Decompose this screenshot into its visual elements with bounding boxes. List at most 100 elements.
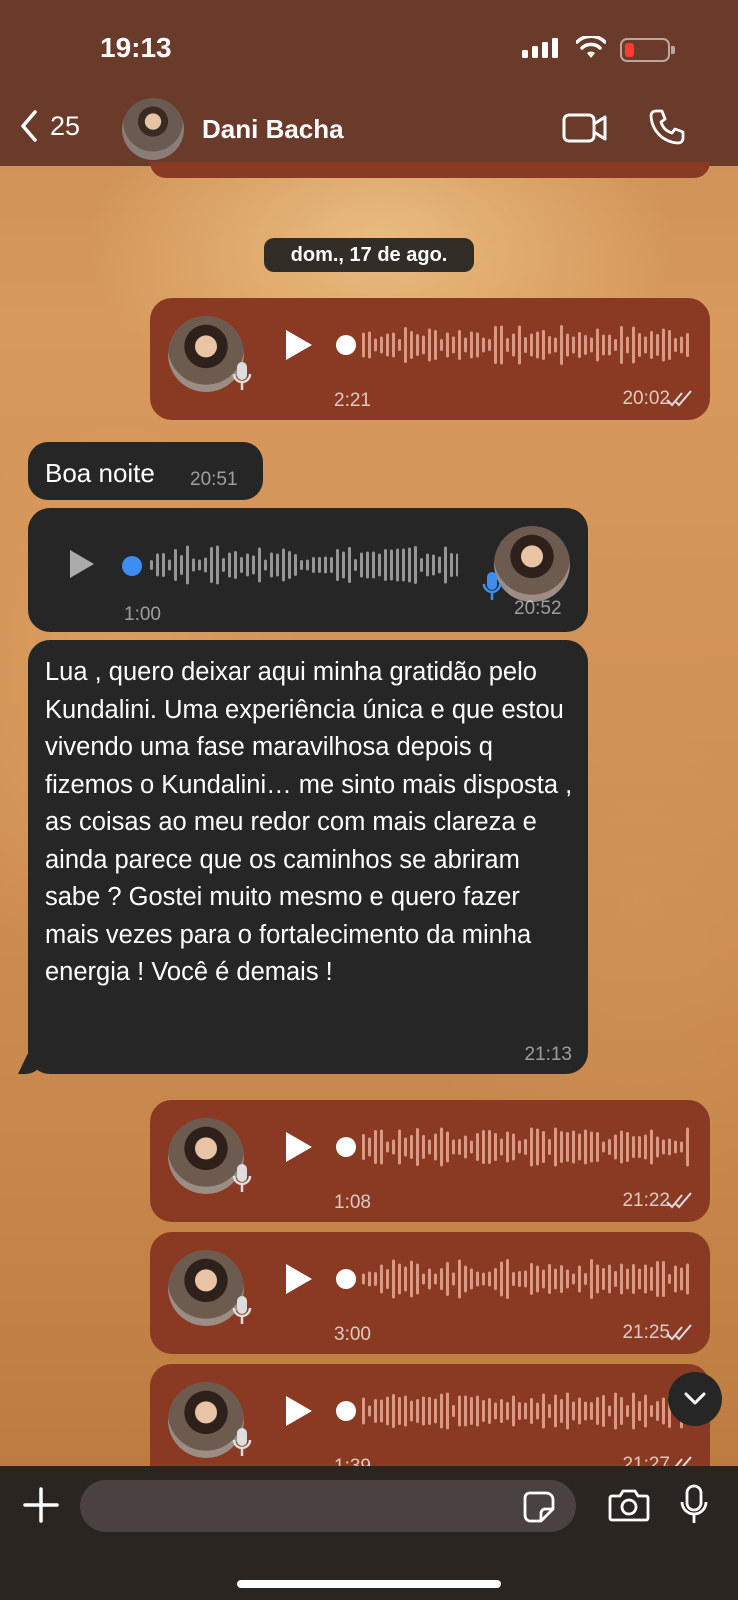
waveform-bar [458,1259,461,1299]
waveform [362,1127,689,1167]
waveform-bar [390,549,393,581]
waveform-bar [180,555,183,575]
waveform-bar [530,1263,533,1295]
waveform-bar [398,1129,401,1165]
waveform-bar [620,1397,623,1425]
waveform-bar [464,1265,467,1293]
waveform-bar [416,1128,419,1166]
waveform-bar [470,331,473,359]
waveform-bar [368,1405,371,1417]
waveform-bar [294,554,297,576]
waveform-bar [620,326,623,364]
contact-avatar[interactable] [122,98,184,160]
waveform-bar [608,1405,611,1417]
waveform-bar [372,551,375,579]
voice-call-button[interactable] [648,108,686,146]
waveform-bar [638,333,641,357]
microphone-icon [482,572,502,600]
waveform-bar [452,1405,455,1417]
waveform-bar [578,332,581,358]
message-time: 20:52 [514,598,562,619]
play-icon[interactable] [68,548,96,580]
waveform-bar [380,1264,383,1294]
voice-message-outgoing[interactable]: 1:08 21:22 [150,1100,710,1222]
waveform-bar [476,1271,479,1287]
message-time: 20:02 [622,388,670,409]
message-input[interactable] [80,1480,576,1532]
voice-duration: 2:21 [334,390,371,411]
contact-name[interactable]: Dani Bacha [202,114,344,145]
camera-icon[interactable] [608,1488,650,1522]
waveform-bar [584,335,587,355]
waveform-bar [458,330,461,360]
waveform-bar [444,546,447,584]
waveform-bar [536,1402,539,1420]
message-incoming[interactable]: Lua , quero deixar aqui minha gratidão p… [28,640,588,1074]
waveform-bar [264,559,267,571]
waveform-bar [590,337,593,353]
message-time: 21:13 [524,1044,572,1065]
microphone-icon[interactable] [680,1484,708,1526]
waveform-bar [506,1131,509,1163]
waveform-bar [252,555,255,575]
voice-message-outgoing[interactable]: 2:21 20:02 [150,298,710,420]
waveform-bar [374,1272,377,1286]
play-icon[interactable] [284,1262,314,1296]
waveform-bar [632,1392,635,1430]
playback-position[interactable] [336,1269,356,1289]
waveform-bar [162,553,165,577]
waveform-bar [626,336,629,354]
waveform-bar [366,551,369,579]
play-icon[interactable] [284,1130,314,1164]
waveform-bar [524,1270,527,1288]
video-call-button[interactable] [562,112,608,144]
waveform-bar [632,1136,635,1158]
waveform-bar [336,549,339,581]
waveform-bar [500,1138,503,1156]
waveform-bar [656,1136,659,1158]
waveform-bar [686,1127,689,1167]
waveform-bar [542,330,545,360]
playback-position[interactable] [122,556,142,576]
waveform-bar [240,557,243,573]
back-button[interactable]: 25 [20,110,80,142]
waveform-bar [656,1261,659,1297]
play-icon[interactable] [284,328,314,362]
plus-icon[interactable] [22,1486,60,1524]
playback-position[interactable] [336,335,356,355]
waveform-bar [368,1271,371,1287]
waveform-bar [524,337,527,353]
waveform-bar [614,1134,617,1160]
waveform-bar [234,551,237,579]
waveform-bar [680,1267,683,1291]
waveform-bar [408,547,411,583]
waveform-bar [464,1135,467,1159]
waveform [362,1392,689,1430]
battery-icon [620,38,675,62]
waveform-bar [638,1401,641,1421]
playback-position[interactable] [336,1137,356,1157]
waveform-bar [380,1399,383,1423]
message-time: 20:51 [190,469,238,490]
waveform-bar [174,549,177,581]
waveform-bar [650,331,653,359]
playback-position[interactable] [336,1401,356,1421]
waveform-bar [662,1397,665,1425]
waveform-bar [506,338,509,352]
waveform-bar [398,1397,401,1425]
waveform-bar [476,1133,479,1161]
waveform-bar [312,557,315,573]
sticker-icon[interactable] [522,1490,556,1524]
message-incoming[interactable]: Boa noite 20:51 [28,442,263,500]
waveform-bar [662,328,665,362]
waveform-bar [548,1139,551,1155]
waveform-bar [488,339,491,351]
play-icon[interactable] [284,1394,314,1428]
waveform-bar [650,1267,653,1291]
waveform-bar [602,1395,605,1427]
voice-message-outgoing[interactable]: 3:00 21:25 [150,1232,710,1354]
scroll-to-bottom-button[interactable] [668,1372,722,1426]
waveform-bar [464,337,467,353]
voice-message-incoming[interactable]: 1:00 20:52 [28,508,588,632]
waveform-bar [566,1132,569,1162]
